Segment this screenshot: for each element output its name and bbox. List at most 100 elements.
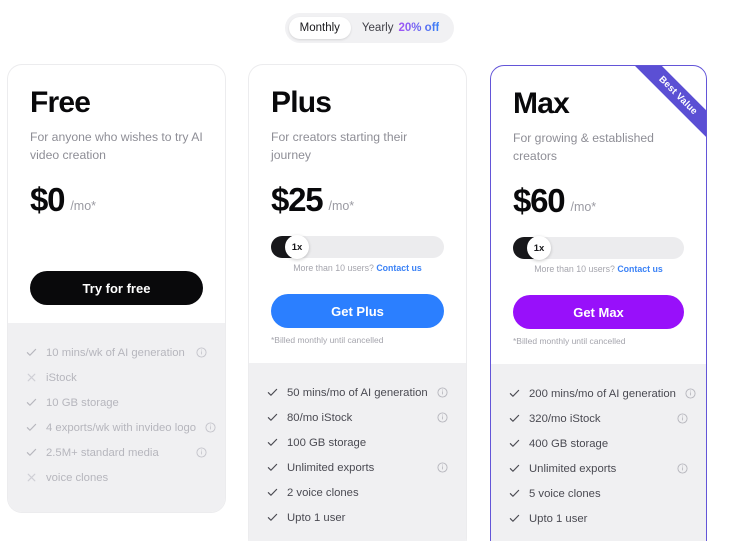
feature-row: 10 mins/wk of AI generation bbox=[26, 340, 207, 365]
feature-label: 2 voice clones bbox=[287, 486, 359, 499]
price-row-free: $0 /mo* bbox=[30, 183, 203, 216]
feature-row: Unlimited exports bbox=[509, 456, 688, 481]
card-header-max: Max For growing & established creators $… bbox=[491, 66, 706, 346]
billing-toggle-container: Monthly Yearly 20% off bbox=[0, 0, 739, 43]
feature-label: Unlimited exports bbox=[529, 462, 617, 475]
info-icon[interactable] bbox=[677, 413, 688, 424]
feature-row: Upto 1 user bbox=[509, 506, 688, 531]
price-row-plus: $25 /mo* bbox=[271, 183, 444, 216]
check-icon bbox=[26, 422, 37, 433]
billing-period-toggle[interactable]: Monthly Yearly 20% off bbox=[284, 13, 455, 43]
try-for-free-button[interactable]: Try for free bbox=[30, 271, 203, 306]
toggle-yearly-label: Yearly bbox=[361, 22, 394, 34]
seat-slider-max[interactable]: 1x bbox=[513, 236, 684, 261]
info-icon[interactable] bbox=[677, 463, 688, 474]
plan-description-plus: For creators starting their journey bbox=[271, 129, 408, 162]
feature-label: 320/mo iStock bbox=[529, 412, 601, 425]
check-icon bbox=[26, 397, 37, 408]
feature-label: Unlimited exports bbox=[287, 461, 375, 474]
cta-block-plus: Get Plus *Billed monthly until cancelled bbox=[271, 294, 444, 345]
check-icon bbox=[509, 488, 520, 499]
check-icon bbox=[267, 512, 278, 523]
check-icon bbox=[26, 347, 37, 358]
seat-slider-block-max: 1x More than 10 users? Contact us bbox=[513, 236, 684, 281]
contact-us-link-plus[interactable]: Contact us bbox=[376, 263, 421, 273]
feature-label: voice clones bbox=[46, 471, 109, 484]
info-icon[interactable] bbox=[685, 388, 696, 399]
pricing-card-max: Best Value Max For growing & established… bbox=[490, 65, 707, 541]
check-icon bbox=[509, 413, 520, 424]
billing-note-plus: *Billed monthly until cancelled bbox=[271, 335, 384, 346]
info-icon[interactable] bbox=[196, 447, 207, 458]
feature-row: 100 GB storage bbox=[267, 430, 448, 455]
info-icon[interactable] bbox=[437, 412, 448, 423]
feature-label: iStock bbox=[46, 371, 77, 384]
plan-name-max: Max bbox=[513, 87, 570, 120]
slider-knob-plus[interactable]: 1x bbox=[285, 235, 309, 260]
yearly-discount-badge: 20% off bbox=[398, 22, 440, 34]
features-list-max: 200 mins/mo of AI generation 320/mo iSto… bbox=[491, 364, 706, 541]
pricing-card-plus: Plus For creators starting their journey… bbox=[249, 65, 466, 541]
feature-row: 4 exports/wk with invideo logo bbox=[26, 415, 216, 440]
slider-note-max: More than 10 users? Contact us bbox=[513, 264, 684, 274]
feature-row: 200 mins/mo of AI generation bbox=[509, 381, 696, 406]
plan-price-plus: $25 bbox=[271, 181, 324, 219]
features-list-free: 10 mins/wk of AI generation iStock 10 GB… bbox=[8, 323, 225, 513]
check-icon bbox=[267, 387, 278, 398]
info-icon[interactable] bbox=[196, 347, 207, 358]
toggle-option-yearly[interactable]: Yearly 20% off bbox=[351, 17, 450, 39]
card-header-plus: Plus For creators starting their journey… bbox=[249, 65, 466, 345]
price-row-max: $60 /mo* bbox=[513, 184, 684, 217]
feature-row: 50 mins/mo of AI generation bbox=[267, 380, 448, 405]
get-plus-button[interactable]: Get Plus bbox=[271, 294, 444, 329]
check-icon bbox=[26, 447, 37, 458]
seat-slider-plus[interactable]: 1x bbox=[271, 235, 444, 260]
check-icon bbox=[267, 487, 278, 498]
pricing-cards-row: Free For anyone who wishes to try AI vid… bbox=[0, 43, 739, 541]
check-icon bbox=[509, 438, 520, 449]
feature-row: 5 voice clones bbox=[509, 481, 688, 506]
check-icon bbox=[267, 412, 278, 423]
info-icon[interactable] bbox=[205, 422, 216, 433]
feature-row: 80/mo iStock bbox=[267, 405, 448, 430]
check-icon bbox=[509, 388, 520, 399]
feature-row: 2 voice clones bbox=[267, 480, 448, 505]
card-header-free: Free For anyone who wishes to try AI vid… bbox=[8, 65, 225, 306]
slider-note-text: More than 10 users? bbox=[534, 264, 615, 275]
cross-icon bbox=[26, 372, 37, 383]
feature-label: Upto 1 user bbox=[287, 511, 346, 524]
check-icon bbox=[267, 462, 278, 473]
feature-label: 80/mo iStock bbox=[287, 411, 353, 424]
plan-name-plus: Plus bbox=[271, 86, 332, 119]
plan-price-free: $0 bbox=[30, 181, 66, 219]
feature-label: Upto 1 user bbox=[529, 512, 588, 525]
feature-row: 10 GB storage bbox=[26, 390, 207, 415]
feature-label: 10 GB storage bbox=[46, 396, 119, 409]
check-icon bbox=[509, 513, 520, 524]
get-max-button[interactable]: Get Max bbox=[513, 295, 684, 330]
feature-row: Unlimited exports bbox=[267, 455, 448, 480]
pricing-card-free: Free For anyone who wishes to try AI vid… bbox=[8, 65, 225, 513]
billing-note-max: *Billed monthly until cancelled bbox=[513, 336, 626, 347]
check-icon bbox=[509, 463, 520, 474]
slider-knob-max[interactable]: 1x bbox=[527, 236, 551, 261]
info-icon[interactable] bbox=[437, 462, 448, 473]
plan-price-unit-free: /mo* bbox=[70, 199, 97, 214]
plan-price-max: $60 bbox=[513, 182, 566, 220]
feature-row: 2.5M+ standard media bbox=[26, 440, 207, 465]
feature-label: 100 GB storage bbox=[287, 436, 367, 449]
toggle-option-monthly[interactable]: Monthly bbox=[288, 17, 351, 39]
feature-label: 10 mins/wk of AI generation bbox=[46, 346, 185, 359]
feature-label: 4 exports/wk with invideo logo bbox=[46, 421, 197, 434]
info-icon[interactable] bbox=[437, 387, 448, 398]
slider-note-text: More than 10 users? bbox=[293, 263, 374, 274]
plan-price-unit-max: /mo* bbox=[570, 200, 597, 215]
cross-icon bbox=[26, 472, 37, 483]
contact-us-link-max[interactable]: Contact us bbox=[617, 264, 662, 274]
toggle-monthly-label: Monthly bbox=[299, 22, 340, 34]
feature-label: 5 voice clones bbox=[529, 487, 601, 500]
seat-slider-block-plus: 1x More than 10 users? Contact us bbox=[271, 235, 444, 280]
feature-label: 50 mins/mo of AI generation bbox=[287, 386, 428, 399]
feature-row: Upto 1 user bbox=[267, 505, 448, 530]
plan-price-unit-plus: /mo* bbox=[328, 199, 355, 214]
